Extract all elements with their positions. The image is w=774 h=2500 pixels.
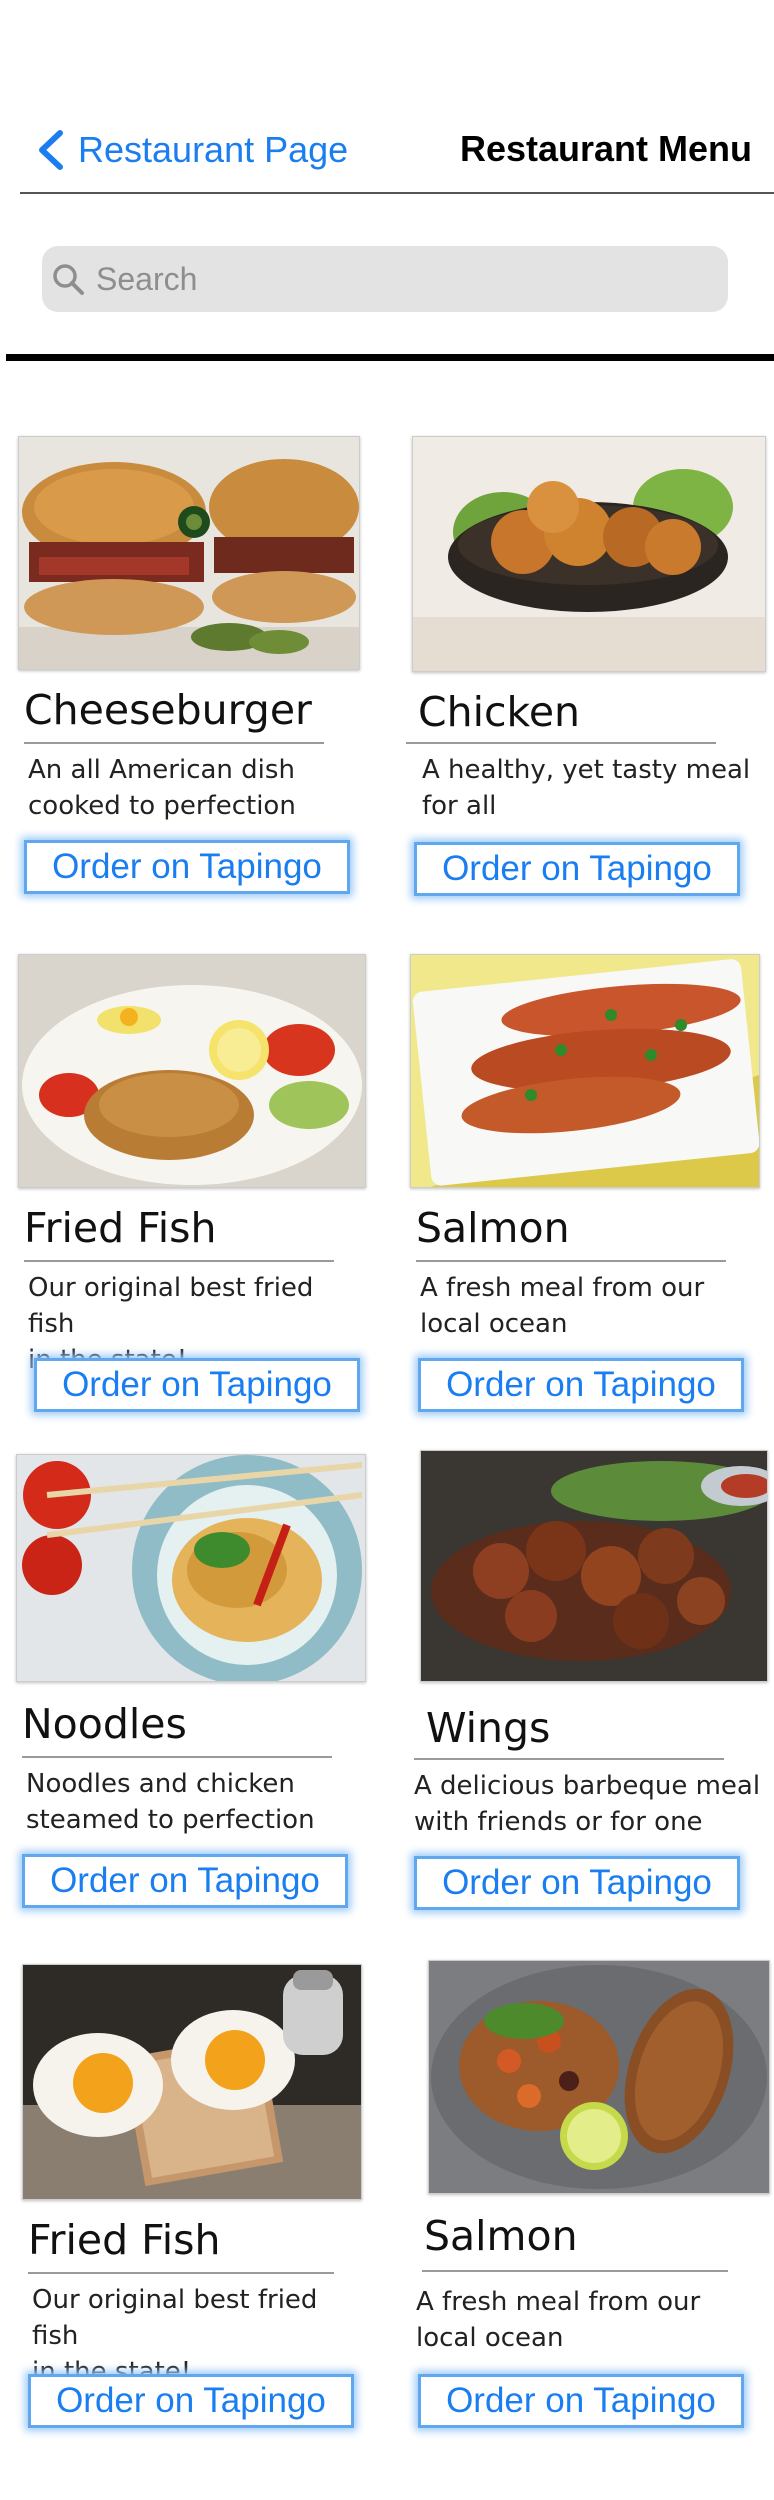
description-line-2: local ocean (416, 2323, 564, 2353)
search-bar[interactable] (42, 246, 728, 312)
menu-item-name: Salmon (416, 1204, 570, 1252)
search-input[interactable] (94, 259, 698, 299)
description-line-2: local ocean (420, 1309, 568, 1339)
back-button[interactable]: Restaurant Page (36, 126, 348, 174)
navigation-bar: Restaurant Page Restaurant Menu (0, 0, 774, 200)
description-line-1: A delicious barbeque meal (414, 1771, 761, 1801)
description-line-1: A healthy, yet tasty meal (422, 755, 751, 785)
order-button[interactable]: Order on Tapingo (24, 840, 350, 894)
description-line-2: steamed to perfection (26, 1805, 315, 1835)
wings-image (420, 1450, 768, 1682)
search-icon (53, 264, 84, 295)
cheeseburger-image (18, 436, 360, 670)
item-divider (22, 1756, 332, 1758)
menu-item-description: An all American dish cooked to perfectio… (28, 752, 368, 824)
order-button[interactable]: Order on Tapingo (414, 842, 740, 896)
menu-card-noodles: Noodles Noodles and chicken steamed to p… (16, 1454, 366, 1924)
menu-item-name: Fried Fish (28, 2216, 221, 2264)
chicken-image (412, 436, 766, 672)
menu-card-salmon-2: Salmon A fresh meal from our local ocean… (416, 1960, 774, 2444)
description-line-2: with friends or for one (414, 1807, 703, 1837)
menu-card-fried-fish: Fried Fish Our original best fried fish … (18, 954, 368, 1424)
description-line-1: A fresh meal from our (420, 1273, 705, 1303)
section-divider (6, 354, 774, 361)
salmon-image (410, 954, 760, 1188)
item-divider (406, 742, 716, 744)
description-line-1: Noodles and chicken (26, 1769, 295, 1799)
description-line-2: for all (422, 791, 497, 821)
back-button-label: Restaurant Page (78, 129, 349, 170)
menu-item-name: Wings (426, 1704, 551, 1752)
menu-card-salmon: Salmon A fresh meal from our local ocean… (410, 954, 760, 1424)
page-title: Restaurant Menu (459, 128, 752, 169)
menu-item-description: A fresh meal from our local ocean (416, 2284, 756, 2356)
eggs-toast-image (22, 1964, 362, 2200)
item-divider (24, 1260, 334, 1262)
description-line-1: Our original best fried fish (32, 2285, 318, 2351)
description-line-1: An all American dish (28, 755, 295, 785)
order-button[interactable]: Order on Tapingo (418, 2374, 744, 2428)
fried-fish-image (18, 954, 366, 1188)
order-button[interactable]: Order on Tapingo (418, 1358, 744, 1412)
noodles-image (16, 1454, 366, 1682)
description-line-1: A fresh meal from our (416, 2287, 701, 2317)
menu-item-description: A fresh meal from our local ocean (420, 1270, 760, 1342)
menu-item-description: A healthy, yet tasty meal for all (422, 752, 762, 824)
menu-item-description: Noodles and chicken steamed to perfectio… (26, 1766, 366, 1838)
item-divider (28, 2272, 334, 2274)
menu-card-wings: Wings A delicious barbeque meal with fri… (414, 1450, 770, 1924)
grilled-salad-image (428, 1960, 770, 2194)
item-divider (422, 2270, 728, 2272)
item-divider (414, 1758, 724, 1760)
menu-item-name: Chicken (418, 688, 581, 736)
order-button[interactable]: Order on Tapingo (22, 1854, 348, 1908)
menu-item-name: Salmon (424, 2212, 578, 2260)
menu-item-name: Fried Fish (24, 1204, 217, 1252)
menu-item-name: Cheeseburger (24, 686, 312, 734)
item-divider (416, 1260, 726, 1262)
menu-item-description: A delicious barbeque meal with friends o… (414, 1768, 774, 1840)
menu-card-cheeseburger: Cheeseburger An all American dish cooked… (18, 436, 368, 906)
menu-card-fried-fish-2: Fried Fish Our original best fried fish … (22, 1964, 372, 2444)
chevron-left-icon (39, 130, 63, 170)
description-line-1: Our original best fried fish (28, 1273, 314, 1339)
description-line-2: cooked to perfection (28, 791, 296, 821)
nav-divider (20, 192, 774, 194)
item-divider (24, 742, 324, 744)
order-button[interactable]: Order on Tapingo (34, 1358, 360, 1412)
order-button[interactable]: Order on Tapingo (28, 2374, 354, 2428)
menu-card-chicken: Chicken A healthy, yet tasty meal for al… (406, 436, 766, 906)
order-button[interactable]: Order on Tapingo (414, 1856, 740, 1910)
menu-item-name: Noodles (22, 1700, 187, 1748)
